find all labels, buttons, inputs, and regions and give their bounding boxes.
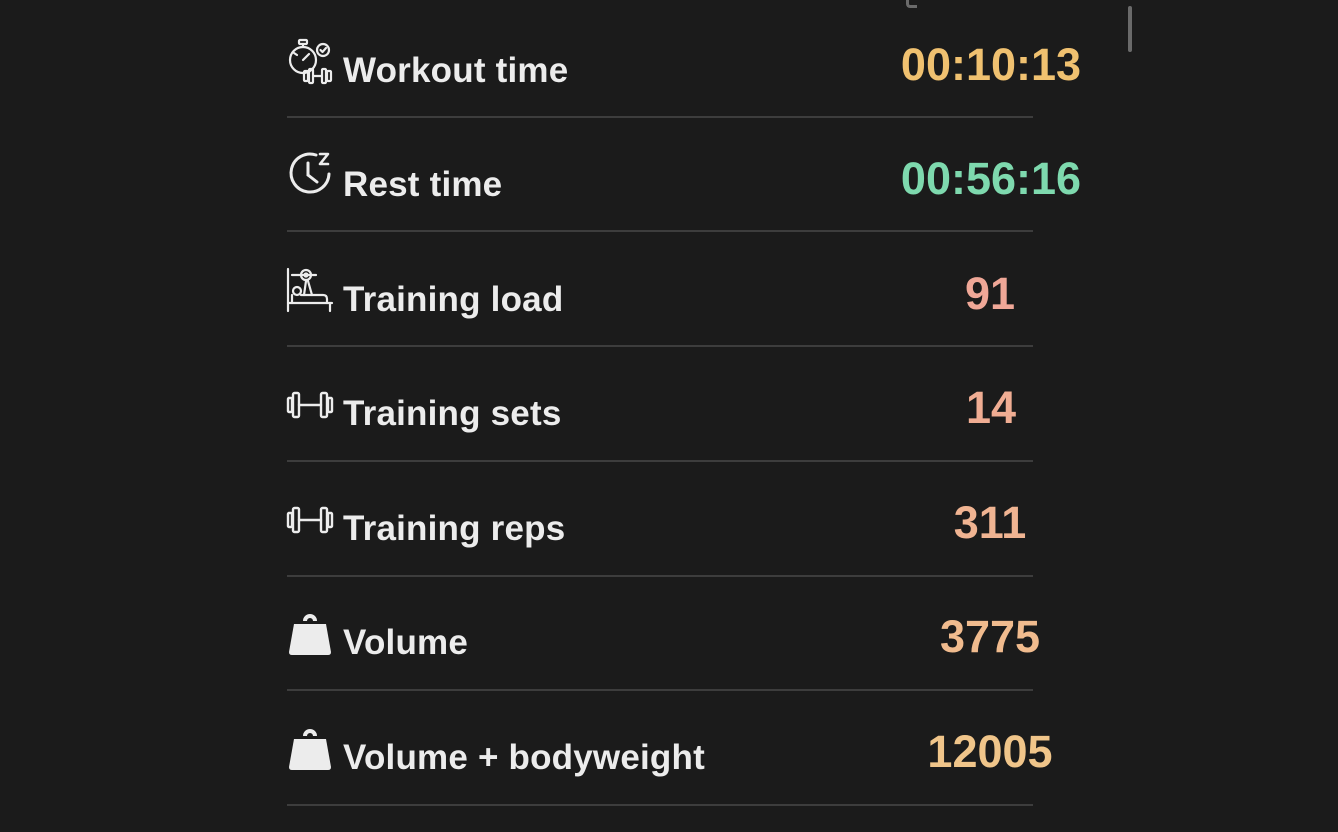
stat-label: Training reps bbox=[343, 509, 566, 548]
kettlebell-weight-icon bbox=[286, 723, 334, 771]
bench-press-icon bbox=[286, 265, 334, 313]
workout-summary-screen: Workout time 00:10:13 Rest time 00:56:16 bbox=[0, 0, 1338, 832]
stat-row-training-reps: Training reps 311 bbox=[0, 462, 1338, 577]
stat-value: 3775 bbox=[939, 611, 1041, 662]
stat-label: Training load bbox=[343, 280, 564, 319]
dumbbell-icon bbox=[286, 496, 334, 544]
stopwatch-dumbbell-icon bbox=[286, 38, 334, 86]
stat-row-volume-bodyweight: Volume + bodyweight 12005 bbox=[0, 691, 1338, 806]
stat-value: 311 bbox=[953, 497, 1027, 548]
stat-label: Training sets bbox=[343, 394, 562, 433]
stat-value: 00:10:13 bbox=[900, 39, 1082, 90]
stat-row-training-load: Training load 91 bbox=[0, 233, 1338, 347]
kettlebell-weight-icon bbox=[286, 608, 334, 656]
stat-row-rest-time: Rest time 00:56:16 bbox=[0, 118, 1338, 232]
stat-label: Rest time bbox=[343, 165, 503, 204]
stat-value: 14 bbox=[965, 382, 1017, 433]
divider bbox=[287, 804, 1033, 806]
clock-sleep-icon bbox=[286, 150, 334, 198]
stat-row-training-sets: Training sets 14 bbox=[0, 347, 1338, 462]
stat-value: 00:56:16 bbox=[900, 153, 1082, 204]
stat-value: 91 bbox=[964, 268, 1016, 319]
stat-row-workout-time: Workout time 00:10:13 bbox=[0, 4, 1338, 118]
stat-label: Workout time bbox=[343, 51, 569, 90]
stat-label: Volume + bodyweight bbox=[343, 738, 705, 777]
stat-value: 12005 bbox=[927, 726, 1053, 777]
dumbbell-icon bbox=[286, 381, 334, 429]
divider bbox=[287, 230, 1033, 232]
stat-label: Volume bbox=[343, 623, 469, 662]
stat-row-volume: Volume 3775 bbox=[0, 576, 1338, 691]
stats-list: Workout time 00:10:13 Rest time 00:56:16 bbox=[0, 0, 1338, 832]
